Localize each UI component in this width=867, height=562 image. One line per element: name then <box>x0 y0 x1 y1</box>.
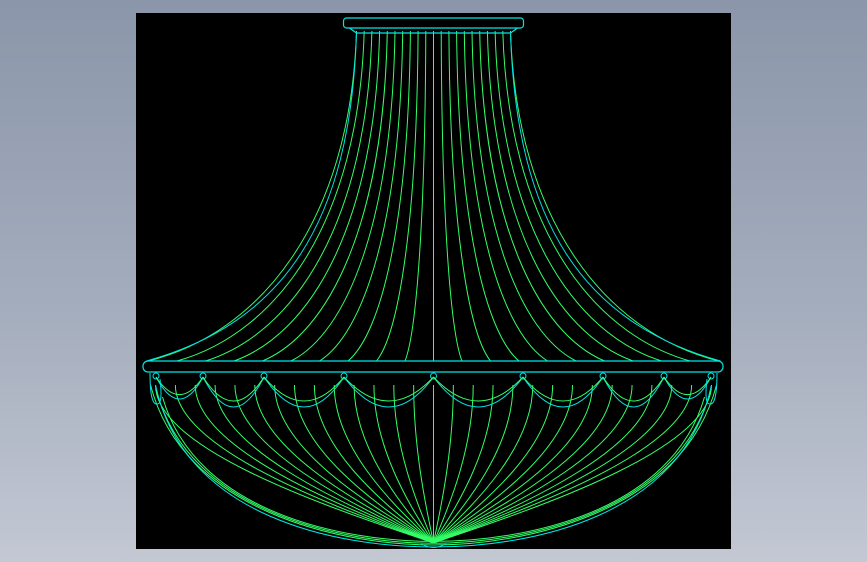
upper-rib <box>290 30 396 362</box>
swag-knot <box>199 372 207 380</box>
upper-rib <box>494 30 662 362</box>
swag <box>663 376 712 400</box>
top-cap <box>342 17 525 29</box>
lower-rib <box>433 384 673 544</box>
swag-knot <box>599 372 607 380</box>
swag-inner <box>602 376 665 402</box>
upper-rib <box>404 30 427 362</box>
swag-knot <box>707 372 715 380</box>
swag-knot <box>660 372 668 380</box>
lower-rib <box>194 384 434 544</box>
shade-silhouette-right <box>510 32 721 362</box>
upper-rib <box>502 30 691 362</box>
lower-rib <box>433 384 613 544</box>
upper-rib <box>376 30 419 362</box>
swag-knot <box>430 372 437 380</box>
swag-inner <box>343 376 434 402</box>
swag-knot <box>152 372 160 380</box>
swag <box>433 376 524 408</box>
cad-viewport[interactable] <box>136 13 731 549</box>
upper-rib <box>471 30 577 362</box>
upper-rib <box>440 30 463 362</box>
rim-band <box>142 360 724 373</box>
lamp-shade-drawing <box>142 17 724 548</box>
swag-knot <box>519 372 527 380</box>
swag-knot <box>340 372 348 380</box>
swag <box>202 376 265 408</box>
swag <box>155 376 204 400</box>
shade-silhouette-left <box>146 32 357 362</box>
upper-rib <box>205 30 373 362</box>
upper-rib <box>510 30 719 362</box>
lower-ribs <box>150 384 717 546</box>
lower-rib <box>254 384 434 544</box>
swag <box>522 376 604 408</box>
swag <box>602 376 665 408</box>
swag-inner <box>202 376 265 402</box>
upper-ribs <box>148 30 719 362</box>
swag <box>263 376 345 408</box>
upper-rib <box>176 30 365 362</box>
upper-rib <box>448 30 491 362</box>
swag <box>343 376 434 408</box>
upper-rib <box>148 30 357 362</box>
swag-inner <box>433 376 524 402</box>
swag-knot <box>260 372 268 380</box>
